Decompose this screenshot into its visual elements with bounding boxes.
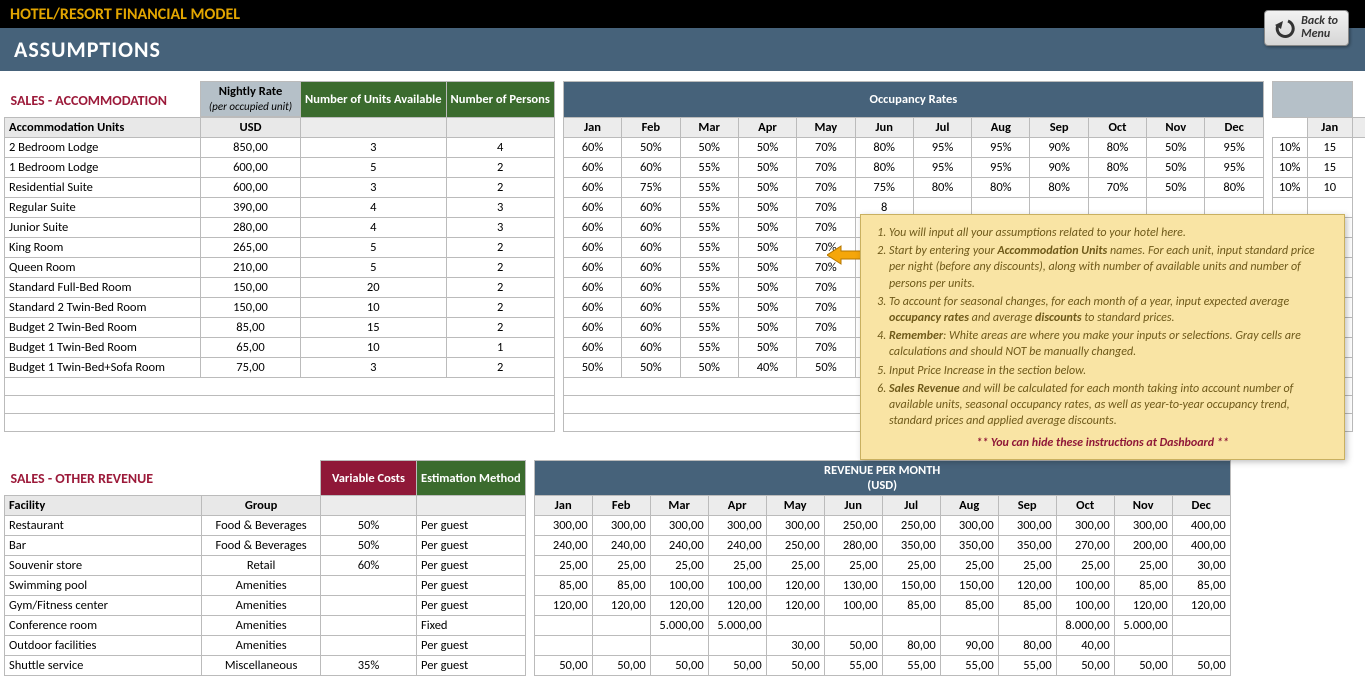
month-header: Jul bbox=[913, 118, 971, 138]
month-header: Jan bbox=[534, 496, 592, 516]
instruction-item: You will input all your assumptions rela… bbox=[889, 225, 1332, 241]
instruction-item: Remember: White areas are where you make… bbox=[889, 328, 1332, 360]
instruction-item: Input Price Increase in the section belo… bbox=[889, 363, 1332, 379]
month-header: Aug bbox=[972, 118, 1030, 138]
hdr-revenue-per-month: REVENUE PER MONTH(USD) bbox=[534, 461, 1230, 496]
month-header: Sep bbox=[998, 496, 1056, 516]
instructions-footer: ** You can hide these instructions at Da… bbox=[873, 435, 1332, 451]
section-title-other-revenue: SALES - OTHER REVENUE bbox=[5, 461, 321, 496]
month-header: May bbox=[797, 118, 855, 138]
back-line2: Menu bbox=[1301, 27, 1330, 41]
hdr-usd: USD bbox=[201, 118, 301, 138]
hdr-extra-period bbox=[1272, 82, 1352, 118]
instructions-box: You will input all your assumptions rela… bbox=[860, 214, 1345, 460]
hdr-persons: Number of Persons bbox=[446, 82, 554, 118]
month-header: Oct bbox=[1088, 118, 1146, 138]
hdr-occupancy-rates: Occupancy Rates bbox=[563, 82, 1263, 118]
title-bar: HOTEL/RESORT FINANCIAL MODEL bbox=[0, 0, 1365, 28]
table-row: Swimming poolAmenitiesPer guest85,0085,0… bbox=[5, 576, 1231, 596]
month-header: Nov bbox=[1114, 496, 1172, 516]
table-row: BarFood & Beverages50%Per guest240,00240… bbox=[5, 536, 1231, 556]
month-header: Aug bbox=[940, 496, 998, 516]
hdr-variable-costs: Variable Costs bbox=[321, 461, 417, 496]
table-row: 2 Bedroom Lodge850,003460%50%50%50%70%80… bbox=[5, 138, 1365, 158]
back-to-menu-button[interactable]: Back to Menu bbox=[1264, 10, 1349, 46]
callout-arrow-icon bbox=[827, 244, 861, 270]
hdr-estimation-method: Estimation Method bbox=[417, 461, 526, 496]
hdr-nightly-rate: Nightly Rate(per occupied unit) bbox=[201, 82, 301, 117]
month-header: Oct bbox=[1056, 496, 1114, 516]
table-row: Souvenir storeRetail60%Per guest25,0025,… bbox=[5, 556, 1231, 576]
instruction-item: Start by entering your Accommodation Uni… bbox=[889, 243, 1332, 292]
app-title: HOTEL/RESORT FINANCIAL MODEL bbox=[10, 5, 240, 24]
page-subtitle: ASSUMPTIONS bbox=[0, 28, 1365, 71]
instruction-item: To account for seasonal changes, for eac… bbox=[889, 294, 1332, 326]
month-header: Mar bbox=[680, 118, 738, 138]
month-header: Sep bbox=[1030, 118, 1088, 138]
table-row: Shuttle serviceMiscellaneous35%Per guest… bbox=[5, 656, 1231, 676]
hdr-facility: Facility bbox=[5, 496, 202, 516]
table-row: Conference roomAmenitiesFixed5.000,005.0… bbox=[5, 616, 1231, 636]
table-row: Outdoor facilitiesAmenitiesPer guest30,0… bbox=[5, 636, 1231, 656]
month-header: Feb bbox=[592, 496, 650, 516]
hdr-units-avail: Number of Units Available bbox=[301, 82, 447, 118]
month-header: Feb bbox=[622, 118, 680, 138]
instruction-item: Sales Revenue and will be calculated for… bbox=[889, 381, 1332, 430]
month-header: May bbox=[766, 496, 824, 516]
other-revenue-table: SALES - OTHER REVENUE Variable Costs Est… bbox=[4, 460, 1231, 676]
month-header: Nov bbox=[1147, 118, 1205, 138]
section-title-accommodation: SALES - ACCOMMODATION bbox=[5, 82, 201, 118]
table-row: 1 Bedroom Lodge600,005260%60%55%50%70%80… bbox=[5, 158, 1365, 178]
month-header: Apr bbox=[738, 118, 796, 138]
table-row: Residential Suite600,003260%75%55%50%70%… bbox=[5, 178, 1365, 198]
month-header: Dec bbox=[1205, 118, 1263, 138]
back-line1: Back to bbox=[1301, 14, 1338, 28]
table-row: Gym/Fitness centerAmenitiesPer guest120,… bbox=[5, 596, 1231, 616]
month-header: Jun bbox=[855, 118, 913, 138]
hdr-accom-units: Accommodation Units bbox=[5, 118, 201, 138]
month-header: Mar bbox=[650, 496, 708, 516]
month-header: Dec bbox=[1172, 496, 1230, 516]
month-header: Jul bbox=[882, 496, 940, 516]
month-header: Jan bbox=[563, 118, 621, 138]
month-header: Apr bbox=[708, 496, 766, 516]
table-row: RestaurantFood & Beverages50%Per guest30… bbox=[5, 516, 1231, 536]
month-header: Jun bbox=[824, 496, 882, 516]
hdr-group: Group bbox=[202, 496, 321, 516]
